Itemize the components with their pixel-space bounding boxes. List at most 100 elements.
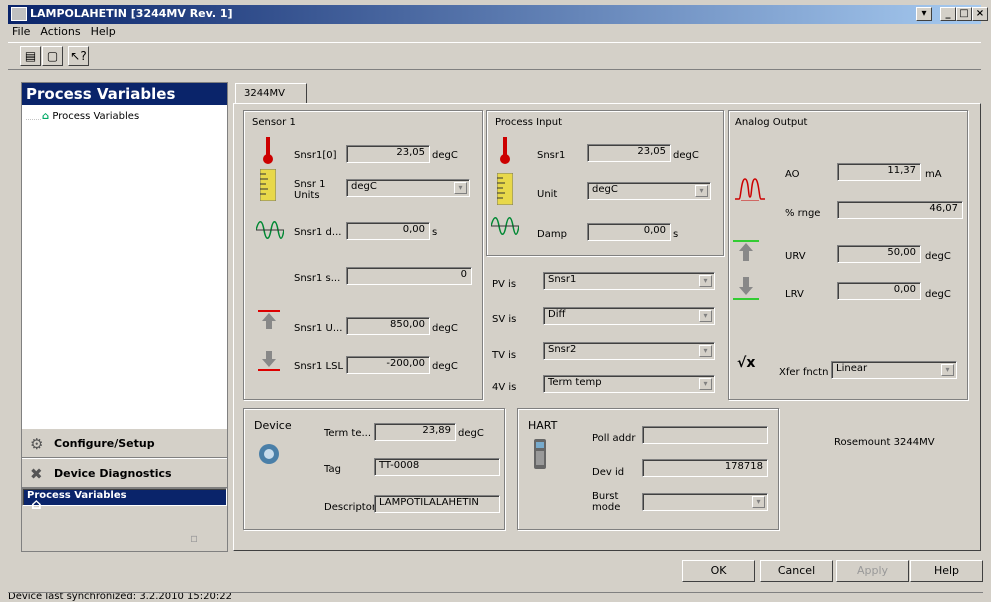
ao-unit: mA: [925, 169, 942, 180]
left-pane: Process Variables ⌂ Process Variables ⚙ …: [21, 82, 228, 552]
dropdown-arrow-icon[interactable]: ▾: [695, 185, 708, 197]
restore-pin-button[interactable]: ▾: [916, 7, 932, 21]
menu-bar: File Actions Help: [8, 25, 122, 41]
descriptor-label: Descriptor: [324, 502, 376, 513]
analog-signal-icon: [735, 178, 765, 201]
ok-button[interactable]: OK: [682, 560, 755, 582]
tag-value[interactable]: TT-0008: [374, 458, 500, 476]
term-label: Term te...: [324, 428, 372, 439]
poll-addr-value[interactable]: [642, 426, 768, 444]
dropdown-arrow-icon[interactable]: ▾: [941, 364, 954, 376]
sensor1-damp-label: Snsr1 d...: [294, 227, 342, 238]
dropdown-arrow-icon[interactable]: ▾: [699, 345, 712, 357]
app-icon: [11, 7, 27, 21]
process-input-group: Process Input Snsr1 23,05 degC Unit degC…: [486, 110, 724, 256]
upper-limit-icon: [258, 310, 280, 329]
gear-icon: ⚙: [30, 435, 44, 453]
rnge-value: 46,07: [837, 201, 963, 219]
sv-label: SV is: [492, 314, 517, 325]
analog-output-group: Analog Output AO 11,37 mA % rnge 46,07 U…: [728, 110, 968, 400]
hart-communicator-icon: [534, 439, 546, 469]
nav-device-diagnostics[interactable]: ✖ Device Diagnostics: [22, 458, 227, 488]
burst-mode-label: Burst mode: [592, 491, 621, 513]
descriptor-value[interactable]: LAMPOTILALAHETIN: [374, 495, 500, 513]
term-unit: degC: [458, 428, 484, 439]
context-help-icon[interactable]: ↖?: [68, 46, 89, 66]
pi-snsr-unit: degC: [673, 150, 699, 161]
device-group: Device Term te... 23,89 degC Tag TT-0008…: [243, 408, 505, 530]
xfer-label: Xfer fnctn: [779, 367, 829, 378]
pi-snsr-value: 23,05: [587, 144, 671, 162]
hart-group: HART Poll addr Dev id 178718 Burst mode …: [517, 408, 779, 530]
cancel-button[interactable]: Cancel: [760, 560, 833, 582]
tree-line: [26, 119, 42, 120]
menu-actions[interactable]: Actions: [40, 25, 80, 38]
sv-value: Diff: [548, 309, 566, 320]
sensor1-snsr-unit: degC: [432, 150, 458, 161]
sensor1-units-value: degC: [351, 181, 377, 192]
pi-unit-select[interactable]: degC ▾: [587, 182, 711, 200]
sensor1-title: Sensor 1: [252, 117, 296, 128]
sensor1-damp-unit: s: [432, 227, 438, 238]
sensor1-damp-value: 0,00: [346, 222, 430, 240]
apply-button[interactable]: Apply: [836, 560, 909, 582]
home-icon: ⌂: [42, 111, 50, 122]
dropdown-arrow-icon[interactable]: ▾: [699, 275, 712, 287]
urv-value: 50,00: [837, 245, 921, 263]
4v-label: 4V is: [492, 382, 517, 393]
urv-unit: degC: [925, 251, 951, 262]
sv-select[interactable]: Diff ▾: [543, 307, 715, 325]
nav-process-variables[interactable]: ⌂ Process Variables: [22, 488, 227, 513]
toolbar: ▤ ▢ ↖?: [8, 42, 981, 70]
lrv-unit: degC: [925, 289, 951, 300]
hart-title: HART: [528, 419, 558, 432]
pi-damp-unit: s: [673, 229, 679, 240]
pv-value: Snsr1: [548, 274, 577, 285]
sensor1-snsr-value: 23,05: [346, 145, 430, 163]
lrv-label: LRV: [785, 289, 804, 300]
dropdown-arrow-icon[interactable]: ▾: [699, 310, 712, 322]
sensor1-lsl-value: -200,00: [346, 356, 430, 374]
nav-configure-setup-label: Configure/Setup: [54, 437, 155, 450]
tree-item-process-variables[interactable]: ⌂ Process Variables: [42, 111, 139, 122]
sensor1-lsl-label: Snsr1 LSL: [294, 361, 344, 372]
tv-label: TV is: [492, 350, 517, 361]
help-button[interactable]: Help: [910, 560, 983, 582]
tag-label: Tag: [324, 464, 341, 475]
dropdown-arrow-icon[interactable]: ▾: [699, 378, 712, 390]
print-icon[interactable]: ▤: [20, 46, 41, 66]
menu-file[interactable]: File: [12, 25, 30, 38]
pi-snsr-label: Snsr1: [537, 150, 566, 161]
thermometer-icon: [500, 137, 510, 164]
home-icon: ⌂: [31, 495, 42, 513]
tv-select[interactable]: Snsr2 ▾: [543, 342, 715, 360]
thermometer-icon: [263, 137, 273, 164]
pi-unit-label: Unit: [537, 189, 558, 200]
burst-mode-select[interactable]: ▾: [642, 493, 768, 511]
model-label: Rosemount 3244MV: [834, 437, 935, 448]
nav-configure-setup[interactable]: ⚙ Configure/Setup: [22, 428, 227, 458]
dropdown-arrow-icon[interactable]: ▾: [454, 182, 467, 194]
sqrt-icon: √x: [737, 355, 756, 371]
close-button[interactable]: ×: [972, 7, 988, 21]
upper-range-icon: [733, 240, 759, 261]
ruler-icon: [497, 173, 513, 205]
maximize-button[interactable]: □: [956, 7, 972, 21]
xfer-select[interactable]: Linear ▾: [831, 361, 957, 379]
dev-id-value: 178718: [642, 459, 768, 477]
tab-3244mv[interactable]: 3244MV: [235, 83, 307, 104]
page-icon[interactable]: ▫: [190, 531, 198, 545]
menu-help[interactable]: Help: [91, 25, 116, 38]
term-value: 23,89: [374, 423, 456, 441]
lrv-value: 0,00: [837, 282, 921, 300]
lower-range-icon: [733, 277, 759, 300]
4v-select[interactable]: Term temp ▾: [543, 375, 715, 393]
minimize-button[interactable]: _: [940, 7, 956, 21]
sensor1-usl-unit: degC: [432, 323, 458, 334]
dropdown-arrow-icon[interactable]: ▾: [752, 496, 765, 508]
print-preview-icon[interactable]: ▢: [42, 46, 63, 66]
pv-select[interactable]: Snsr1 ▾: [543, 272, 715, 290]
sensor1-units-select[interactable]: degC ▾: [346, 179, 470, 197]
tree-item-label: Process Variables: [52, 111, 140, 122]
4v-value: Term temp: [548, 377, 602, 388]
